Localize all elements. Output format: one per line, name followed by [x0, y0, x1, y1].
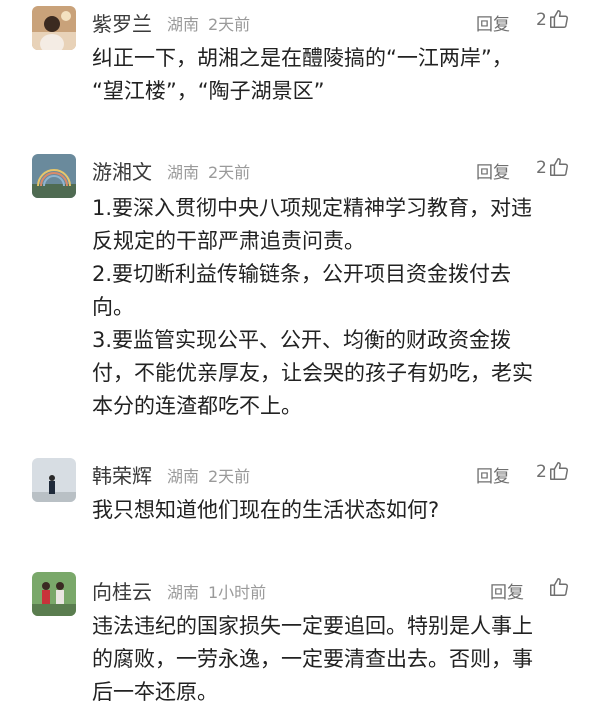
commenter-name[interactable]: 韩荣辉 [92, 460, 152, 489]
comment-line: 2.要切断利益传输链条，公开项目资金拨付去 [92, 262, 512, 286]
comment-time: 2天前 [208, 15, 251, 34]
avatar[interactable] [32, 6, 76, 50]
comment-text: 违法违纪的国家损失一定要追回。特别是人事上 的腐败，一劳永逸，一定要清查出去。否… [92, 610, 562, 709]
comment-line: 本分的连渣都吃不上。 [92, 394, 302, 418]
like-count: 2 [536, 158, 547, 178]
comment-line: 的腐败，一劳永逸，一定要清查出去。否则，事 [92, 647, 533, 671]
like-count: 2 [536, 10, 547, 30]
comment-text: 1.要深入贯彻中央八项规定精神学习教育，对违 反规定的干部严肃追责问责。 2.要… [92, 192, 562, 423]
thumbs-up-icon[interactable] [548, 8, 570, 30]
avatar[interactable] [32, 154, 76, 198]
comment-text: 我只想知道他们现在的生活状态如何? [92, 494, 562, 527]
person-sky-photo-icon [32, 458, 76, 502]
commenter-name[interactable]: 向桂云 [92, 576, 152, 605]
comment-line: 向。 [92, 295, 134, 319]
commenter-name[interactable]: 紫罗兰 [92, 8, 152, 37]
comment-line: 反规定的干部严肃追责问责。 [92, 229, 365, 253]
comment-line: 1.要深入贯彻中央八项规定精神学习教育，对违 [92, 196, 533, 220]
avatar[interactable] [32, 572, 76, 616]
comment-time: 1小时前 [208, 583, 267, 602]
comment-line: 我只想知道他们现在的生活状态如何? [92, 498, 440, 522]
comment-location: 湖南 [167, 583, 200, 602]
comment-location: 湖南 [167, 15, 200, 34]
thumbs-up-icon[interactable] [548, 576, 570, 598]
comment-line: “望江楼”，“陶子湖景区” [92, 79, 325, 103]
reply-button[interactable]: 回复 [490, 578, 524, 603]
comment-text: 纠正一下，胡湘之是在醴陵搞的“一江两岸”， “望江楼”，“陶子湖景区” [92, 42, 562, 108]
comment-line: 违法违纪的国家损失一定要追回。特别是人事上 [92, 614, 533, 638]
comment-time: 2天前 [208, 163, 251, 182]
two-people-photo-icon [32, 572, 76, 616]
avatar[interactable] [32, 458, 76, 502]
portrait-photo-icon [32, 6, 76, 50]
comment-line: 后一夲还原。 [92, 680, 218, 704]
comment-location: 湖南 [167, 163, 200, 182]
thumbs-up-icon[interactable] [548, 156, 570, 178]
comment-line: 3.要监管实现公平、公开、均衡的财政资金拨 [92, 328, 512, 352]
rainbow-landscape-icon [32, 154, 76, 198]
comment-line: 纠正一下，胡湘之是在醴陵搞的“一江两岸”， [92, 46, 513, 70]
reply-button[interactable]: 回复 [476, 10, 510, 35]
reply-button[interactable]: 回复 [476, 158, 510, 183]
reply-button[interactable]: 回复 [476, 462, 510, 487]
comment-location: 湖南 [167, 467, 200, 486]
comment-line: 付，不能优亲厚友，让会哭的孩子有奶吃，老实 [92, 361, 533, 385]
commenter-name[interactable]: 游湘文 [92, 156, 152, 185]
thumbs-up-icon[interactable] [548, 460, 570, 482]
comment-time: 2天前 [208, 467, 251, 486]
like-count: 2 [536, 462, 547, 482]
